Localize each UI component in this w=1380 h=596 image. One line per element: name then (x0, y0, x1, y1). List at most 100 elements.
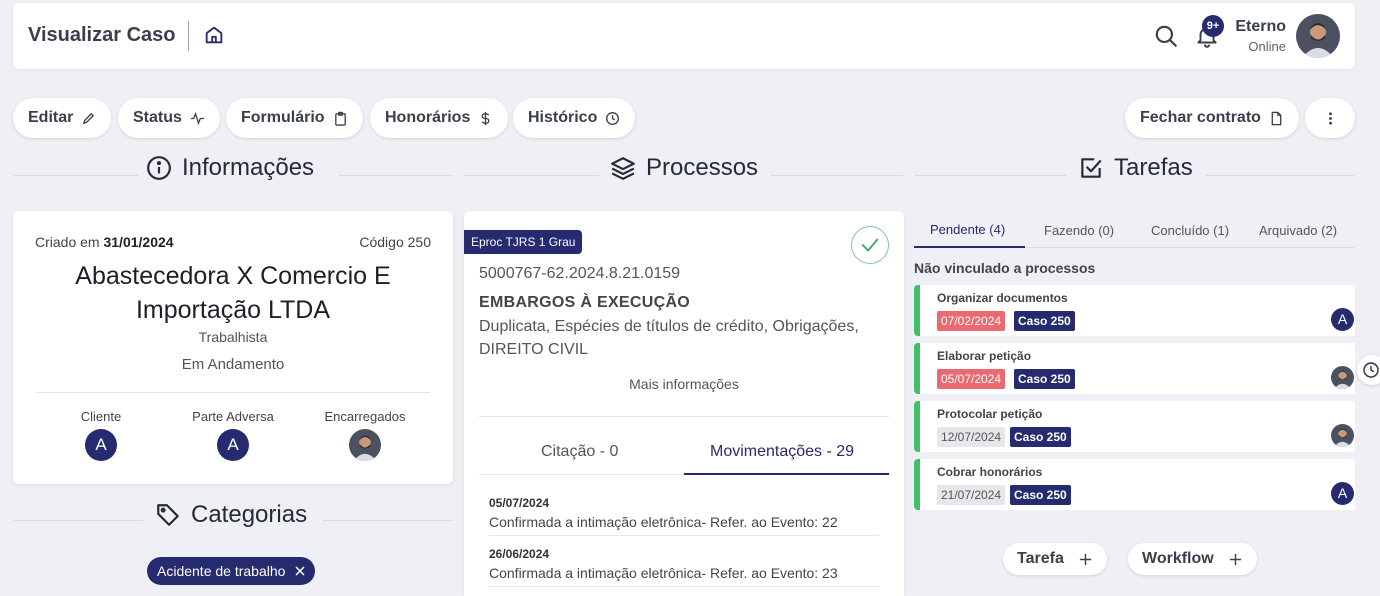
floating-clock-button[interactable] (1357, 355, 1380, 385)
case-title: Abastecedora X Comercio E Importação LTD… (75, 262, 391, 324)
client[interactable]: Cliente A (41, 409, 161, 461)
tasks-section-title: Tarefas (1114, 154, 1193, 181)
case-status: Em Andamento (181, 356, 285, 373)
notification-badge: 9+ (1202, 15, 1224, 37)
movement-text: Confirmada a intimação eletrônica- Refer… (489, 514, 838, 530)
task-item[interactable]: Organizar documentos 07/02/2024 Caso 250… (914, 285, 1355, 336)
task-date: 05/07/2024 (937, 369, 1006, 389)
pencil-icon (83, 112, 95, 124)
task-assignee-avatar[interactable] (1331, 366, 1354, 389)
clipboard-icon (334, 111, 346, 126)
categories-section-heading: Categorias (155, 501, 307, 529)
status-button[interactable]: Status (118, 98, 220, 138)
title-divider (188, 21, 189, 51)
add-task-label: Tarefa (1017, 550, 1064, 567)
page-title: Visualizar Caso (28, 24, 176, 46)
divider (914, 175, 1066, 176)
task-assignee-avatar[interactable]: A (1331, 482, 1354, 505)
divider (338, 175, 453, 176)
managers-label: Encarregados (324, 409, 406, 424)
process-number[interactable]: 5000767-62.2024.8.21.0159 (479, 265, 680, 283)
active-tab-indicator (684, 473, 889, 475)
tab-citations[interactable]: Citação - 0 (541, 443, 618, 461)
history-button[interactable]: Histórico (513, 98, 636, 138)
adverse-party-avatar[interactable]: A (217, 429, 249, 461)
close-contract-button[interactable]: Fechar contrato (1125, 98, 1299, 138)
task-assignee-avatar[interactable]: A (1331, 308, 1354, 331)
task-item[interactable]: Elaborar petição 05/07/2024 Caso 250 (914, 343, 1355, 394)
divider (36, 392, 430, 393)
managers[interactable]: Encarregados (305, 409, 425, 461)
adverse-party[interactable]: Parte Adversa A (173, 409, 293, 461)
client-avatar[interactable]: A (85, 429, 117, 461)
dollar-icon (481, 111, 490, 125)
more-vertical-icon (1328, 111, 1332, 125)
add-task-button[interactable]: Tarefa (1003, 543, 1107, 575)
clock-icon (606, 111, 620, 125)
case-info-card: Criado em 31/01/2024 Código 250 Abastece… (13, 211, 453, 484)
tab-doing[interactable]: Fazendo (0) (1044, 223, 1114, 238)
divider (489, 586, 879, 587)
form-button[interactable]: Formulário (226, 98, 363, 138)
tab-done[interactable]: Concluído (1) (1151, 223, 1229, 238)
court-badge: Eproc TJRS 1 Grau (464, 230, 583, 254)
fees-button[interactable]: Honorários (370, 98, 509, 138)
task-title: Cobrar honorários (937, 465, 1043, 479)
edit-button[interactable]: Editar (13, 98, 112, 138)
divider (479, 416, 889, 417)
task-date: 21/07/2024 (937, 485, 1006, 505)
layers-icon (611, 157, 635, 180)
tab-movements[interactable]: Movimentações - 29 (710, 443, 854, 461)
activity-icon (190, 111, 204, 125)
user-avatar[interactable] (1296, 14, 1340, 58)
active-tab-indicator (914, 246, 1025, 248)
task-title: Elaborar petição (937, 349, 1032, 363)
tag-icon (157, 504, 179, 526)
close-icon[interactable] (295, 566, 305, 576)
created-date: Criado em 31/01/2024 (35, 234, 174, 250)
task-title: Protocolar petição (937, 407, 1043, 421)
info-icon (147, 156, 171, 180)
task-case-badge: Caso 250 (1010, 485, 1071, 505)
task-case-badge: Caso 250 (1010, 427, 1071, 447)
fees-label: Honorários (385, 109, 471, 126)
process-type: EMBARGOS À EXECUÇÃO (479, 294, 691, 311)
processes-section-heading: Processos (610, 154, 758, 182)
movement-date: 05/07/2024 (489, 496, 550, 510)
processes-section-title: Processos (646, 154, 759, 181)
edit-label: Editar (28, 109, 74, 126)
clock-icon (1363, 362, 1379, 378)
task-case-badge: Caso 250 (1014, 311, 1075, 331)
created-label: Criado em (35, 234, 100, 250)
movement-item: 26/06/2024 Confirmada a intimação eletrô… (489, 547, 838, 581)
unlinked-heading: Não vinculado a processos (914, 260, 1096, 276)
divider (322, 520, 453, 521)
divider (464, 175, 599, 176)
case-code: Código 250 (359, 234, 431, 250)
created-value: 31/01/2024 (103, 234, 174, 250)
search-icon[interactable] (1153, 23, 1179, 49)
more-options-button[interactable] (1305, 98, 1355, 138)
task-assignee-avatar[interactable] (1331, 424, 1354, 447)
categories-section-title: Categorias (191, 501, 308, 528)
divider (13, 520, 143, 521)
tasks-section-heading: Tarefas (1078, 154, 1193, 182)
check-icon[interactable] (851, 226, 889, 264)
checkbox-icon (1081, 158, 1102, 178)
home-icon[interactable] (203, 24, 225, 46)
add-workflow-button[interactable]: Workflow (1128, 543, 1257, 575)
task-item[interactable]: Protocolar petição 12/07/2024 Caso 250 (914, 401, 1355, 452)
tab-archived[interactable]: Arquivado (2) (1259, 223, 1337, 238)
task-title: Organizar documentos (937, 291, 1068, 305)
task-item[interactable]: Cobrar honorários 21/07/2024 Caso 250 A (914, 459, 1355, 510)
manager-avatar[interactable] (349, 429, 381, 461)
category-chip[interactable]: Acidente de trabalho (147, 557, 316, 585)
more-info-link[interactable]: Mais informações (464, 376, 904, 392)
tab-pending[interactable]: Pendente (4) (930, 222, 1005, 237)
client-label: Cliente (80, 409, 122, 424)
category-label: Acidente de trabalho (157, 563, 286, 579)
top-bar: Visualizar Caso 9+ Eterno Online (13, 3, 1355, 69)
task-case-badge: Caso 250 (1014, 369, 1075, 389)
history-label: Histórico (528, 109, 598, 126)
form-label: Formulário (241, 109, 325, 126)
